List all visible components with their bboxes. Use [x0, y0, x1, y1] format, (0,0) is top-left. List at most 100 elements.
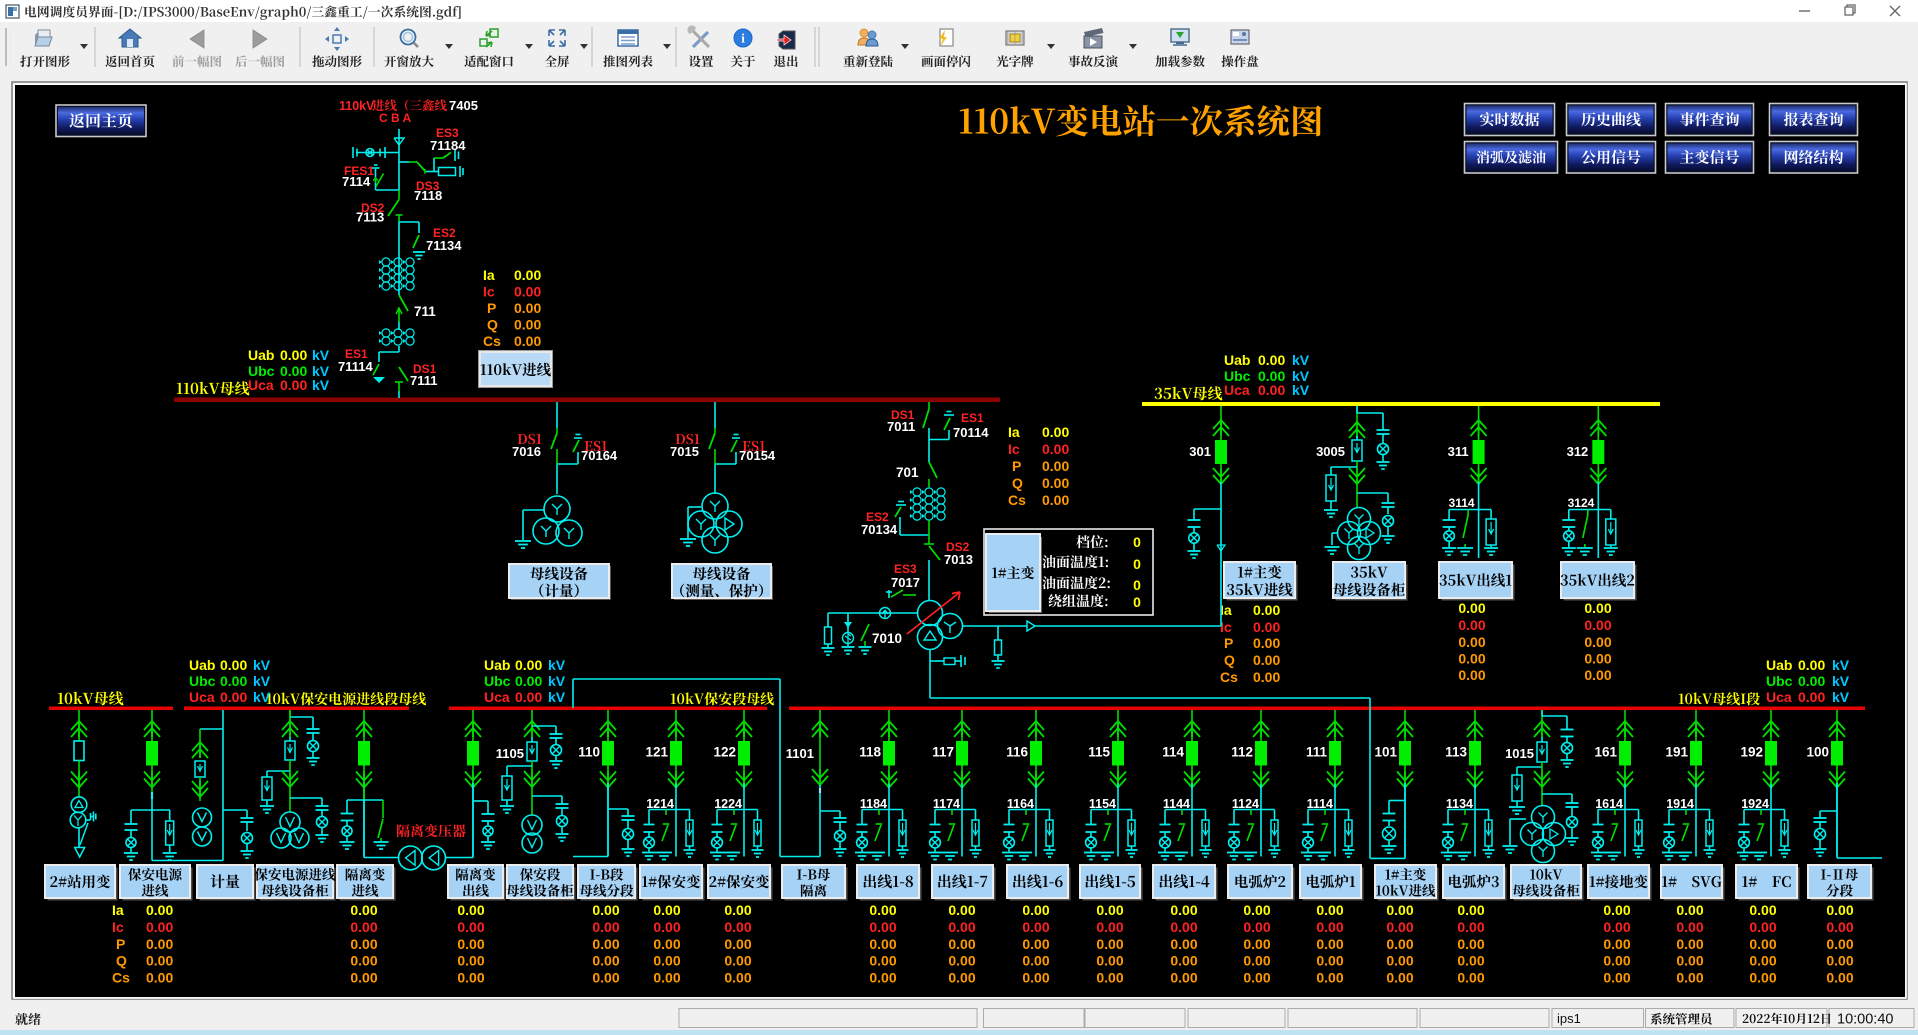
svg-text:0.00: 0.00	[146, 953, 173, 969]
svg-text:7113: 7113	[356, 210, 384, 225]
svg-text:71184: 71184	[430, 138, 466, 153]
svg-text:0.00: 0.00	[1749, 902, 1776, 918]
svg-text:116: 116	[1006, 745, 1028, 760]
svg-text:0.00: 0.00	[1386, 902, 1413, 918]
svg-text:Uca: Uca	[1766, 689, 1792, 705]
svg-text:0.00: 0.00	[280, 377, 307, 393]
svg-text:701: 701	[896, 465, 919, 480]
svg-text:i: i	[741, 31, 745, 46]
svg-text:0.00: 0.00	[1458, 667, 1485, 683]
svg-text:0.00: 0.00	[457, 953, 484, 969]
svg-text:3005: 3005	[1316, 444, 1345, 459]
svg-text:0.00: 0.00	[1253, 602, 1280, 618]
svg-text:122: 122	[713, 745, 736, 760]
svg-text:0.00: 0.00	[1243, 970, 1270, 986]
svg-text:0.00: 0.00	[1386, 970, 1413, 986]
svg-text:191: 191	[1665, 745, 1688, 760]
svg-text:101: 101	[1374, 745, 1397, 760]
svg-text:Ubc: Ubc	[484, 673, 511, 689]
svg-text:113: 113	[1445, 745, 1467, 760]
svg-text:0: 0	[1133, 556, 1141, 572]
svg-text:0.00: 0.00	[1386, 919, 1413, 935]
svg-text:0.00: 0.00	[592, 970, 619, 986]
svg-text:0.00: 0.00	[1458, 617, 1485, 633]
svg-text:0.00: 0.00	[1603, 919, 1630, 935]
svg-text:0.00: 0.00	[1826, 953, 1853, 969]
svg-text:kV: kV	[1292, 352, 1310, 368]
svg-text:0.00: 0.00	[1258, 382, 1285, 398]
svg-text:Q: Q	[1224, 652, 1235, 668]
svg-text:70114: 70114	[953, 425, 989, 440]
svg-text:0.00: 0.00	[1022, 902, 1049, 918]
svg-text:P: P	[1224, 635, 1233, 651]
svg-text:0.00: 0.00	[592, 902, 619, 918]
svg-text:0.00: 0.00	[146, 902, 173, 918]
svg-text:0.00: 0.00	[457, 970, 484, 986]
svg-text:0.00: 0.00	[1096, 970, 1123, 986]
svg-text:0.00: 0.00	[350, 936, 377, 952]
svg-text:0.00: 0.00	[1676, 970, 1703, 986]
svg-text:0.00: 0.00	[724, 970, 751, 986]
svg-text:7405: 7405	[449, 98, 478, 113]
svg-text:0.00: 0.00	[948, 919, 975, 935]
svg-text:111: 111	[1306, 745, 1328, 760]
svg-text:0.00: 0.00	[1253, 652, 1280, 668]
svg-text:0.00: 0.00	[1826, 919, 1853, 935]
svg-text:Q: Q	[116, 953, 127, 969]
svg-text:71114: 71114	[338, 359, 373, 374]
svg-text:0.00: 0.00	[592, 936, 619, 952]
svg-text:0.00: 0.00	[1458, 634, 1485, 650]
svg-text:0.00: 0.00	[1022, 970, 1049, 986]
svg-text:0.00: 0.00	[1022, 919, 1049, 935]
svg-text:0.00: 0.00	[1386, 953, 1413, 969]
svg-text:0.00: 0.00	[1457, 970, 1484, 986]
svg-text:0.00: 0.00	[1584, 617, 1611, 633]
svg-text:115: 115	[1088, 745, 1110, 760]
svg-text:kV: kV	[1292, 382, 1310, 398]
svg-text:0.00: 0.00	[1457, 919, 1484, 935]
svg-text:0.00: 0.00	[1386, 936, 1413, 952]
svg-text:0.00: 0.00	[457, 902, 484, 918]
svg-text:Uab: Uab	[484, 657, 510, 673]
svg-text:0.00: 0.00	[653, 919, 680, 935]
svg-text:0.00: 0.00	[515, 657, 542, 673]
svg-text:P: P	[1012, 458, 1021, 474]
svg-text:0.00: 0.00	[1676, 902, 1703, 918]
svg-text:0.00: 0.00	[1584, 651, 1611, 667]
svg-text:0.00: 0.00	[653, 970, 680, 986]
svg-text:0.00: 0.00	[1042, 424, 1069, 440]
svg-text:Ia: Ia	[483, 267, 495, 283]
svg-text:0.00: 0.00	[1749, 919, 1776, 935]
svg-text:0.00: 0.00	[514, 284, 541, 300]
svg-text:ES3: ES3	[894, 562, 917, 576]
svg-text:0.00: 0.00	[1042, 475, 1069, 491]
svg-text:7017: 7017	[891, 575, 920, 590]
svg-text:0.00: 0.00	[1170, 919, 1197, 935]
svg-text:kV: kV	[253, 657, 271, 673]
svg-text:0.00: 0.00	[1826, 970, 1853, 986]
svg-text:0.00: 0.00	[457, 919, 484, 935]
svg-text:118: 118	[859, 745, 881, 760]
svg-text:P: P	[116, 936, 125, 952]
svg-text:1101: 1101	[786, 746, 814, 761]
svg-text:0.00: 0.00	[1316, 902, 1343, 918]
svg-text:Ia: Ia	[1008, 424, 1020, 440]
svg-text:1015: 1015	[1505, 746, 1534, 761]
svg-text:0.00: 0.00	[869, 953, 896, 969]
svg-text:301: 301	[1189, 444, 1211, 459]
svg-text:0.00: 0.00	[1457, 902, 1484, 918]
svg-text:0.00: 0.00	[457, 936, 484, 952]
svg-text:0.00: 0.00	[869, 902, 896, 918]
svg-text:161: 161	[1594, 745, 1617, 760]
svg-text:0.00: 0.00	[514, 317, 541, 333]
svg-text:Ic: Ic	[483, 284, 495, 300]
svg-text:0.00: 0.00	[1584, 600, 1611, 616]
svg-text:7111: 7111	[410, 373, 438, 388]
svg-text:kV: kV	[1832, 689, 1850, 705]
svg-text:0.00: 0.00	[1457, 936, 1484, 952]
svg-text:0.00: 0.00	[1457, 953, 1484, 969]
svg-text:ips1: ips1	[1557, 1011, 1581, 1026]
svg-text:0.00: 0.00	[514, 267, 541, 283]
svg-text:0.00: 0.00	[1243, 953, 1270, 969]
svg-text:0.00: 0.00	[1253, 619, 1280, 635]
